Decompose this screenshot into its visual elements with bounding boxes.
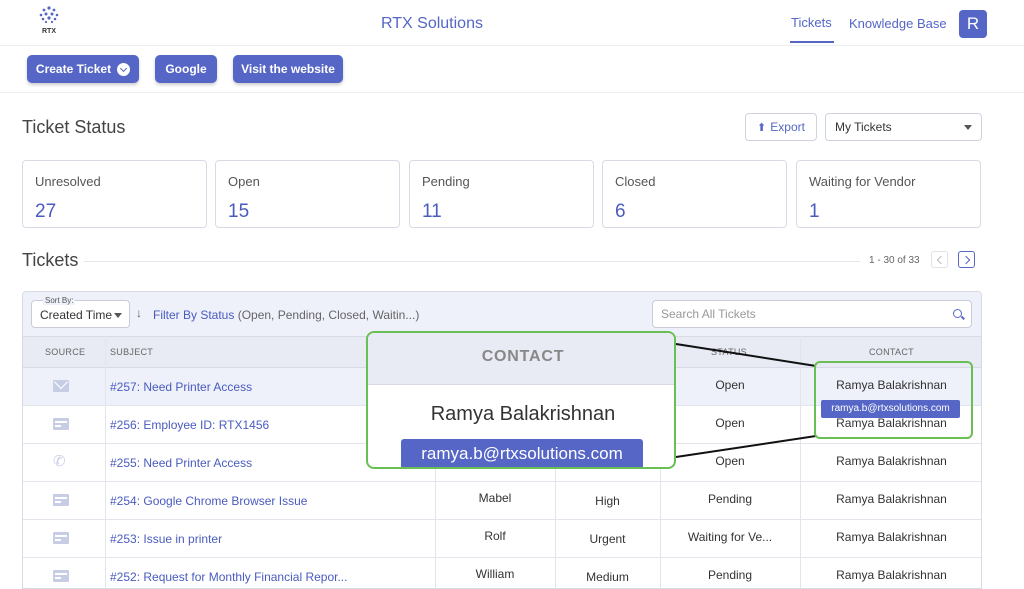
column-header-source[interactable]: SOURCE xyxy=(45,347,85,357)
divider xyxy=(84,261,860,262)
contact-email-tooltip: ramya.b@rtxsolutions.com xyxy=(821,400,960,418)
column-header-status[interactable]: STATUS xyxy=(711,347,747,357)
ticket-status: Open xyxy=(715,416,745,430)
email-icon xyxy=(53,380,69,392)
zoom-column-header: CONTACT xyxy=(368,333,674,385)
google-button[interactable]: Google xyxy=(155,55,217,83)
ticket-priority: Urgent xyxy=(589,532,626,546)
ticket-agent: Rolf xyxy=(484,529,506,543)
active-tab-underline xyxy=(790,41,834,43)
sort-by-value: Created Time xyxy=(40,308,113,322)
caret-down-icon xyxy=(964,125,972,130)
ticket-agent: Mabel xyxy=(478,491,512,505)
ticket-contact[interactable]: Ramya Balakrishnan xyxy=(800,492,981,506)
stat-card-open[interactable]: Open 15 xyxy=(215,160,400,228)
phone-icon: ✆ xyxy=(53,453,66,470)
search-icon[interactable] xyxy=(953,309,962,318)
sort-by-label: Sort By: xyxy=(43,296,76,305)
create-ticket-label: Create Ticket xyxy=(35,62,112,76)
stat-card-waiting-for-vendor[interactable]: Waiting for Vendor 1 xyxy=(796,160,981,228)
stat-value: 11 xyxy=(422,201,442,222)
stat-label: Pending xyxy=(422,174,470,189)
stat-card-closed[interactable]: Closed 6 xyxy=(602,160,787,228)
top-bar: RTX RTX Solutions Tickets Knowledge Base… xyxy=(0,0,1024,46)
web-form-icon xyxy=(53,418,69,430)
caret-down-icon xyxy=(114,313,122,318)
zoom-callout: CONTACT Ramya Balakrishnan ramya.b@rtxso… xyxy=(366,331,676,469)
ticket-subject-link[interactable]: #254: Google Chrome Browser Issue xyxy=(110,494,307,508)
tickets-title: Tickets xyxy=(22,250,79,270)
ticket-subject-link[interactable]: #253: Issue in printer xyxy=(110,532,222,546)
ticket-subject-link[interactable]: #257: Need Printer Access xyxy=(110,380,252,394)
column-header-subject[interactable]: SUBJECT xyxy=(110,347,153,357)
sort-by-select[interactable]: Sort By: Created Time xyxy=(31,296,130,328)
ticket-agent: William xyxy=(475,567,515,581)
visit-website-button[interactable]: Visit the website xyxy=(233,55,343,83)
filter-by-status[interactable]: Filter By Status (Open, Pending, Closed,… xyxy=(153,308,419,322)
ticket-status: Open xyxy=(715,378,745,392)
previous-page-button[interactable] xyxy=(931,251,948,268)
filter-hint: (Open, Pending, Closed, Waitin...) xyxy=(237,308,420,322)
ticket-status: Pending xyxy=(707,492,753,506)
stat-value: 27 xyxy=(35,201,57,222)
export-label: Export xyxy=(770,120,805,134)
web-form-icon xyxy=(53,494,69,506)
table-row[interactable]: #253: Issue in printer Rolf Urgent Waiti… xyxy=(23,520,981,558)
next-page-button[interactable] xyxy=(958,251,975,268)
stat-value: 6 xyxy=(615,201,626,222)
ticket-subject-link[interactable]: #256: Employee ID: RTX1456 xyxy=(110,418,269,432)
ticket-subject-link[interactable]: #252: Request for Monthly Financial Repo… xyxy=(110,570,347,584)
web-form-icon xyxy=(53,532,69,544)
table-row[interactable]: #254: Google Chrome Browser Issue Mabel … xyxy=(23,482,981,520)
column-divider xyxy=(105,336,106,588)
ticket-status: Waiting for Ve... xyxy=(687,530,773,544)
ticket-status-title: Ticket Status xyxy=(22,117,126,137)
zoom-contact-email-tooltip: ramya.b@rtxsolutions.com xyxy=(401,439,643,467)
stat-label: Closed xyxy=(615,174,656,189)
upload-icon: ⬆ xyxy=(757,121,767,134)
app-title: RTX Solutions xyxy=(381,15,483,32)
stat-card-unresolved[interactable]: Unresolved 27 xyxy=(22,160,207,228)
filter-bar: Sort By: Created Time ↓ Filter By Status… xyxy=(23,292,981,336)
ticket-status: Open xyxy=(715,454,745,468)
stat-value: 1 xyxy=(809,201,820,222)
stat-card-pending[interactable]: Pending 11 xyxy=(409,160,594,228)
pagination-range: 1 - 30 of 33 xyxy=(869,255,920,266)
zoom-contact-name: Ramya Balakrishnan xyxy=(430,403,616,425)
rtx-logo[interactable]: RTX xyxy=(36,4,62,38)
user-avatar[interactable]: R xyxy=(959,10,987,38)
web-form-icon xyxy=(53,570,69,582)
logo-text: RTX xyxy=(42,28,56,35)
divider xyxy=(0,92,1024,93)
search-input[interactable] xyxy=(661,307,941,321)
ticket-contact[interactable]: Ramya Balakrishnan xyxy=(800,454,981,468)
ticket-view-value: My Tickets xyxy=(835,120,892,134)
nav-knowledge-base[interactable]: Knowledge Base xyxy=(849,16,947,31)
export-button[interactable]: ⬆ Export xyxy=(745,113,817,141)
ticket-contact[interactable]: Ramya Balakrishnan xyxy=(800,568,981,582)
column-header-contact[interactable]: CONTACT xyxy=(869,347,914,357)
nav-tickets[interactable]: Tickets xyxy=(791,15,832,30)
ticket-priority: Medium xyxy=(586,570,629,584)
ticket-status: Pending xyxy=(707,568,753,582)
ticket-contact[interactable]: Ramya Balakrishnan xyxy=(800,530,981,544)
ticket-subject-link[interactable]: #255: Need Printer Access xyxy=(110,456,252,470)
filter-link-label: Filter By Status xyxy=(153,308,235,322)
ticket-view-select[interactable]: My Tickets xyxy=(825,113,982,141)
create-ticket-button[interactable]: Create Ticket xyxy=(27,55,139,83)
zoom-header-text: CONTACT xyxy=(481,348,565,365)
stat-label: Unresolved xyxy=(35,174,101,189)
chevron-down-icon xyxy=(117,62,131,76)
stat-value: 15 xyxy=(228,201,250,222)
table-row[interactable]: #252: Request for Monthly Financial Repo… xyxy=(23,558,981,588)
stat-label: Waiting for Vendor xyxy=(809,174,916,189)
ticket-priority: High xyxy=(595,494,620,508)
column-divider xyxy=(800,336,801,588)
sort-direction-icon[interactable]: ↓ xyxy=(136,306,142,320)
stat-label: Open xyxy=(228,174,260,189)
search-box[interactable] xyxy=(652,300,972,328)
